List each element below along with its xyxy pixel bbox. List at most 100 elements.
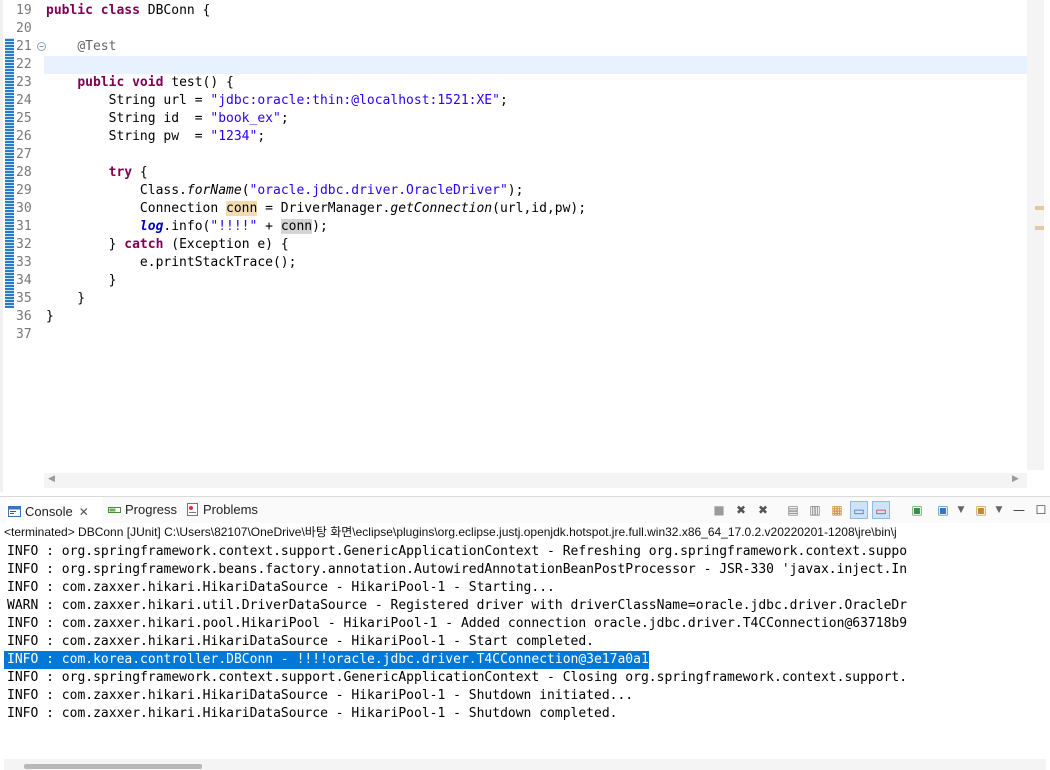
code-token: public [46,3,93,18]
console-line[interactable]: INFO : com.zaxxer.hikari.pool.HikariPool… [4,615,907,633]
code-token: try [108,165,133,180]
code-line[interactable]: e.printStackTrace(); [44,254,1027,272]
code-line[interactable]: } catch (Exception e) { [44,236,1027,254]
quick-diff-marker [5,200,14,218]
open-console-icon[interactable]: ▣ [972,501,990,519]
pin-console-icon[interactable]: ▣ [908,501,926,519]
quick-diff-marker [5,92,14,110]
occurrence-marker[interactable] [1035,226,1044,230]
console-description: <terminated> DBConn [JUnit] C:\Users\821… [4,525,897,539]
terminate-icon[interactable]: ■ [710,501,728,519]
scroll-lock-icon[interactable]: ▥ [806,501,824,519]
word-wrap-icon[interactable]: ▦ [828,501,846,519]
code-line[interactable] [44,146,1027,164]
code-token: public [77,75,125,90]
code-line[interactable]: String pw = "1234"; [44,128,1027,146]
code-token: log [139,219,164,234]
code-line[interactable] [44,20,1027,38]
tab-console-label: Console [25,504,73,519]
code-line[interactable]: @Test [44,38,1027,56]
code-token: ); [312,219,328,234]
code-line[interactable] [44,56,1027,74]
chevron-down-icon[interactable]: ▼ [952,501,970,519]
console-horizontal-scrollbar[interactable] [4,759,1046,770]
tab-problems[interactable]: Problems [184,497,268,523]
quick-diff-marker [5,110,14,128]
console-line[interactable]: INFO : com.korea.controller.DBConn - !!!… [4,651,649,669]
code-line[interactable]: public void test() { [44,74,1027,92]
console-toolbar: ■ ✖ ✖ ▤ ▥ ▦ ▭ ▭ ▣ ▣ ▼ ▣ ▼ — ☐ [708,501,1050,519]
console-line[interactable]: INFO : org.springframework.context.suppo… [4,669,907,687]
code-line[interactable]: } [44,290,1027,308]
chevron-down-icon[interactable]: ▼ [990,501,1008,519]
console-line[interactable]: INFO : com.zaxxer.hikari.HikariDataSourc… [4,633,594,651]
code-line[interactable]: Connection conn = DriverManager.getConne… [44,200,1027,218]
code-line[interactable]: log.info("!!!!" + conn); [44,218,1027,236]
code-token: Connection [46,201,227,216]
quick-diff-marker [5,146,14,164]
code-token: } [46,291,86,306]
code-line[interactable]: } [44,272,1027,290]
code-token: ; [257,129,266,144]
quick-diff-marker [5,290,14,308]
scroll-right-arrow-icon[interactable]: ▶ [1012,474,1019,484]
maximize-icon[interactable]: ☐ [1032,501,1050,519]
tab-progress-label: Progress [125,502,178,517]
java-editor[interactable]: 19 20 21−22 23 24 25 26 27 28 29 30 31 32 33 34 35 36 37 … [0,0,1050,492]
code-line[interactable]: String id = "book_ex"; [44,110,1027,128]
tab-progress[interactable]: Progress [106,497,182,523]
console-line[interactable]: INFO : com.zaxxer.hikari.HikariDataSourc… [4,705,617,723]
code-line[interactable]: } [44,308,1027,326]
code-token: ); [507,183,524,198]
console-line[interactable]: INFO : org.springframework.beans.factory… [4,561,907,579]
line-number: 20 [16,21,32,36]
console-line[interactable]: INFO : org.springframework.context.suppo… [4,543,907,561]
console-view: Console ✕ Progress Problems ■ ✖ ✖ ▤ ▥ ▦ ▭… [0,496,1050,770]
remove-launch-icon[interactable]: ✖ [732,501,750,519]
code-line[interactable]: try { [44,164,1027,182]
code-token: (url,id,pw); [492,201,587,216]
tab-console[interactable]: Console ✕ [6,497,102,523]
close-icon[interactable]: ✕ [79,505,89,519]
occurrence-marker[interactable] [1035,206,1044,210]
show-on-stderr-icon[interactable]: ▭ [872,501,890,519]
quick-diff-marker [5,74,14,92]
minimize-icon[interactable]: — [1010,501,1028,519]
console-line[interactable]: INFO : com.zaxxer.hikari.HikariDataSourc… [4,687,633,705]
show-on-stdout-icon[interactable]: ▭ [850,501,868,519]
console-line[interactable]: INFO : com.zaxxer.hikari.HikariDataSourc… [4,579,555,597]
scroll-left-arrow-icon[interactable]: ◀ [48,474,55,484]
quick-diff-marker [5,272,14,290]
console-line[interactable]: WARN : com.zaxxer.hikari.util.DriverData… [4,597,907,615]
editor-vertical-scrollbar[interactable] [1027,0,1044,470]
code-token: ( [241,183,250,198]
code-token: void [132,75,164,90]
code-token: getConnection [390,201,493,216]
line-number-gutter: 19 20 21−22 23 24 25 26 27 28 29 30 31 32 33 34 35 36 37 [4,0,46,470]
code-area[interactable]: public class DBConn { @Test public void … [44,0,1027,470]
quick-diff-marker [5,236,14,254]
quick-diff-marker [5,38,14,56]
code-token: "1234" [210,129,258,144]
code-token: class [100,3,140,18]
clear-console-icon[interactable]: ▤ [784,501,802,519]
code-line[interactable]: String url = "jdbc:oracle:thin:@localhos… [44,92,1027,110]
quick-diff-marker [5,56,14,74]
display-console-icon[interactable]: ▣ [934,501,952,519]
code-token: "!!!!" [210,219,258,234]
code-line[interactable]: Class.forName("oracle.jdbc.driver.Oracle… [44,182,1027,200]
code-token: ; [499,93,508,108]
code-line[interactable]: public class DBConn { [44,2,1027,20]
code-token: "oracle.jdbc.driver.OracleDriver" [249,183,508,198]
view-tab-bar: Console ✕ Progress Problems ■ ✖ ✖ ▤ ▥ ▦ ▭… [0,497,1050,523]
editor-horizontal-scrollbar[interactable]: ◀ ▶ [44,473,1027,488]
code-token: @Test [77,39,117,54]
scrollbar-thumb[interactable] [24,764,202,769]
code-token: } [46,309,54,324]
remove-all-terminated-icon[interactable]: ✖ [754,501,772,519]
code-line[interactable] [44,326,1027,344]
console-output[interactable]: INFO : org.springframework.context.suppo… [4,543,1046,757]
code-token: { [132,165,148,180]
code-token: forName [186,183,242,198]
line-number: 19 [16,3,32,18]
